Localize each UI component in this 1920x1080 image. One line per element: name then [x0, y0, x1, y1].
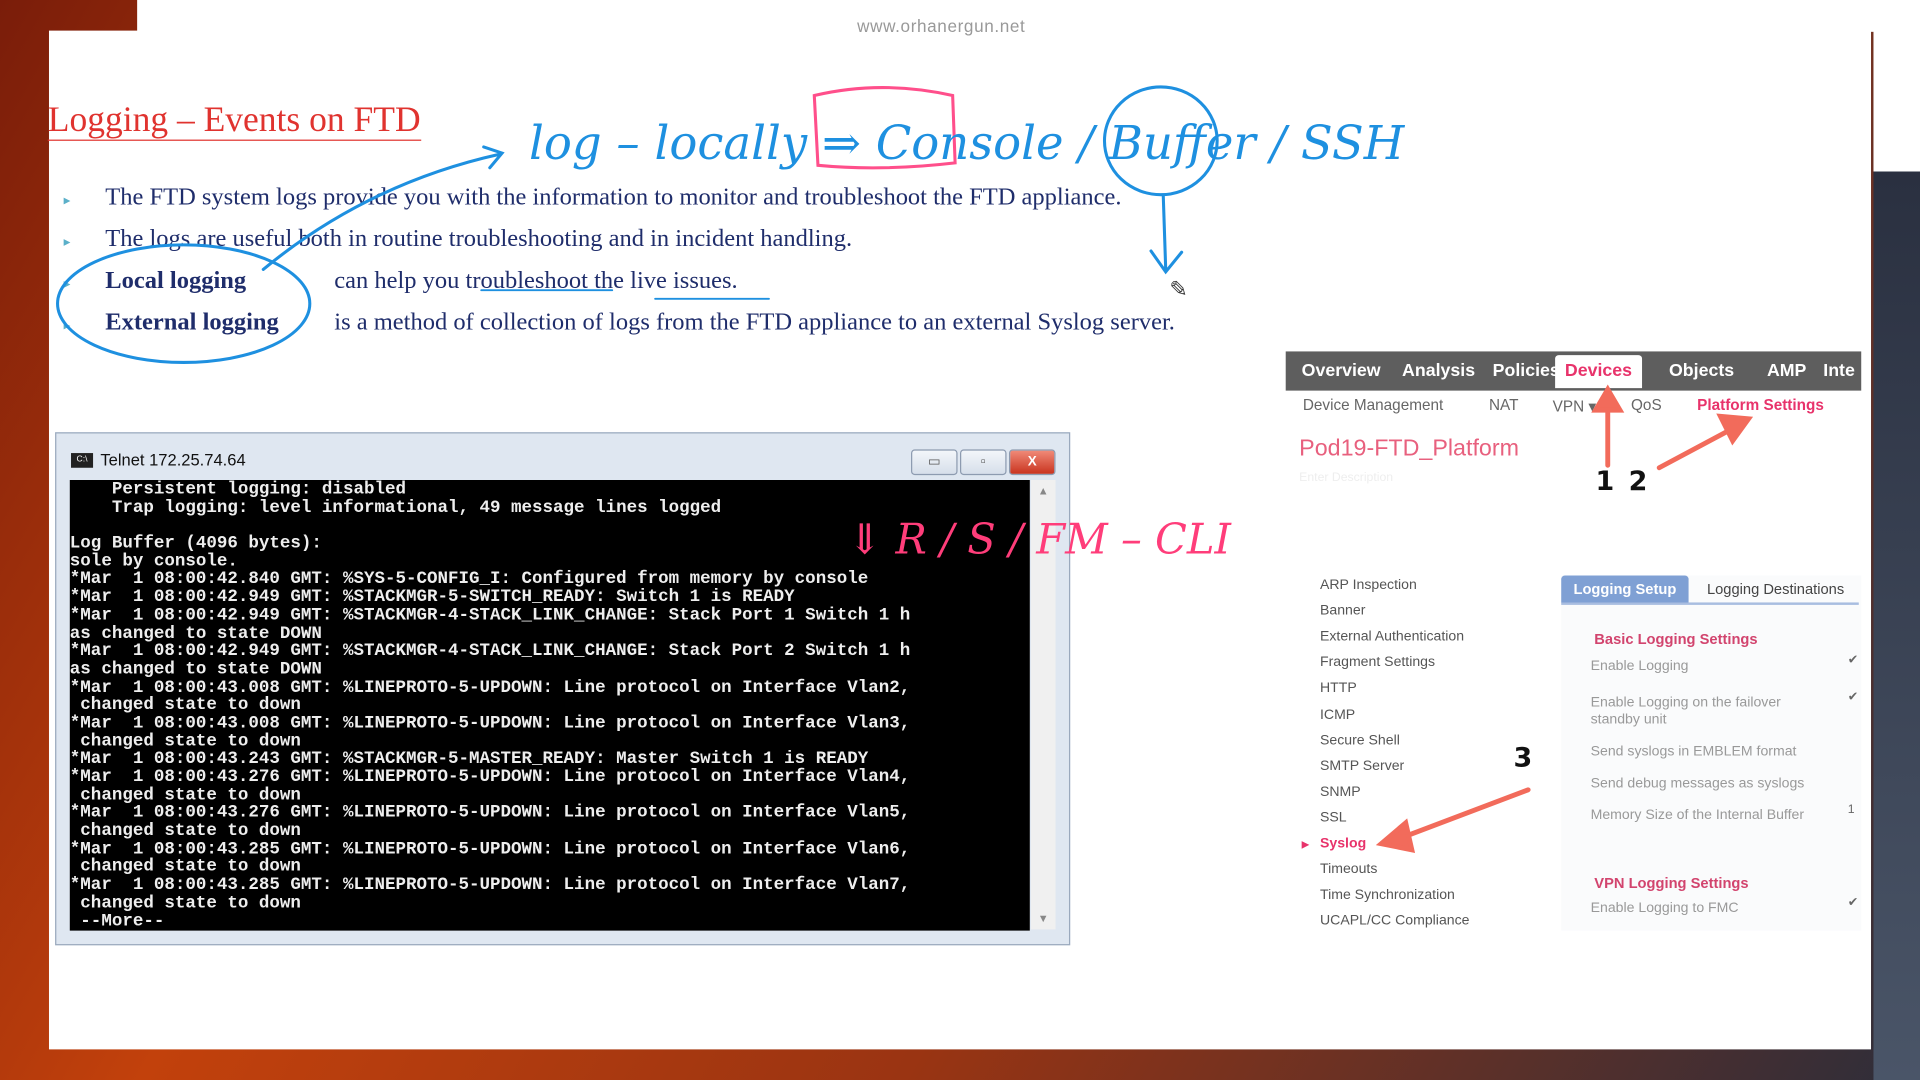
setting-label: Memory Size of the Internal Buffer	[1590, 808, 1805, 823]
sidebar-item-external-authentication[interactable]: External Authentication	[1320, 630, 1464, 645]
terminal-line: changed state to down	[69, 731, 301, 752]
subnav-item[interactable]: Platform Settings	[1697, 397, 1824, 414]
terminal-line: *Mar 1 08:00:42.949 GMT: %STACKMGR-4-STA…	[69, 641, 911, 662]
vpn-logging-heading: VPN Logging Settings	[1594, 874, 1749, 892]
setting-label: Enable Logging	[1590, 658, 1689, 674]
bullet-3-text: can help you troubleshoot the live issue…	[334, 266, 738, 294]
sidebar-item-arp-inspection[interactable]: ARP Inspection	[1320, 578, 1417, 593]
terminal-line: *Mar 1 08:00:43.285 GMT: %LINEPROTO-5-UP…	[69, 875, 911, 896]
video-frame: www.orhanergun.net Logging – Events on F…	[0, 0, 1920, 1080]
subnav-item[interactable]: Device Management	[1303, 397, 1443, 414]
setting-label: Enable Logging to FMC	[1590, 901, 1739, 916]
restore-button[interactable]: ▫	[960, 449, 1007, 476]
subnav-item[interactable]: QoS	[1631, 397, 1662, 414]
terminal-line: changed state to down	[69, 857, 301, 878]
subnav-item[interactable]: VPN ▾	[1553, 397, 1596, 415]
bullet-icon: ▸	[63, 276, 71, 292]
sidebar-item-smtp-server[interactable]: SMTP Server	[1320, 759, 1404, 774]
terminal-line: Persistent logging: disabled	[69, 480, 406, 500]
nav-objects[interactable]: Objects	[1669, 361, 1734, 381]
terminal-output[interactable]: Persistent logging: disabled Trap loggin…	[69, 480, 1030, 931]
fmc-console: Overview Analysis Policies Devices Objects AM…	[1285, 351, 1862, 940]
nav-inte[interactable]: Inte	[1823, 361, 1855, 381]
sidebar-item-fragment-settings[interactable]: Fragment Settings	[1320, 655, 1435, 670]
main-nav: Overview Analysis Policies Devices Objects AM…	[1285, 351, 1862, 391]
terminal-line: as changed to state DOWN	[69, 623, 322, 644]
pen-cursor-icon: ✎	[1169, 276, 1188, 302]
setting-value[interactable]: 1	[1848, 803, 1855, 816]
close-button[interactable]: X	[1008, 449, 1056, 476]
terminal-line: *Mar 1 08:00:43.008 GMT: %LINEPROTO-5-UP…	[69, 713, 911, 734]
telnet-window[interactable]: C:\ Telnet 172.25.74.64 ▭ ▫ X Persistent…	[55, 432, 1071, 946]
sidebar-item-time-synchronization[interactable]: Time Synchronization	[1320, 888, 1455, 903]
setting-label: Send debug messages as syslogs	[1590, 776, 1805, 792]
bullet-2: The logs are useful both in routine trou…	[105, 225, 853, 253]
bullet-3-label: Local logging	[105, 266, 247, 294]
terminal-line: *Mar 1 08:00:42.949 GMT: %STACKMGR-5-SWI…	[69, 587, 795, 608]
terminal-line: *Mar 1 08:00:42.949 GMT: %STACKMGR-4-STA…	[69, 605, 911, 626]
terminal-line: Log Buffer (4096 bytes):	[69, 533, 322, 554]
setting-value[interactable]: ✔	[1848, 654, 1858, 667]
terminal-line: *Mar 1 08:00:43.276 GMT: %LINEPROTO-5-UP…	[69, 803, 911, 824]
setting-label: Send syslogs in EMBLEM format	[1590, 744, 1797, 760]
sidebar-item-timeouts[interactable]: Timeouts	[1320, 862, 1377, 877]
tab-logging-setup[interactable]: Logging Setup	[1561, 575, 1689, 603]
slide-title: Logging – Events on FTD	[47, 100, 421, 141]
bullet-4-label: External logging	[105, 308, 279, 336]
minimize-button[interactable]: ▭	[911, 449, 958, 476]
terminal-line: sole by console.	[69, 551, 238, 572]
bullet-icon: ▸	[63, 318, 71, 334]
policy-description[interactable]: Enter Description	[1299, 471, 1393, 484]
sidebar-item-syslog[interactable]: Syslog	[1320, 836, 1366, 851]
step-3-label: 3	[1513, 743, 1533, 774]
terminal-line: *Mar 1 08:00:43.285 GMT: %LINEPROTO-5-UP…	[69, 839, 911, 860]
step-1-label: 1	[1595, 466, 1615, 498]
setting-label: Enable Logging on the failover standby u…	[1590, 695, 1781, 728]
basic-logging-heading: Basic Logging Settings	[1594, 630, 1758, 648]
terminal-line: as changed to state DOWN	[69, 659, 322, 680]
sidebar-item-ssl[interactable]: SSL	[1320, 810, 1347, 825]
terminal-line: *Mar 1 08:00:43.276 GMT: %LINEPROTO-5-UP…	[69, 767, 911, 788]
sidebar-item-banner[interactable]: Banner	[1320, 604, 1365, 619]
setting-value[interactable]: ✔	[1848, 896, 1858, 909]
terminal-line: changed state to down	[69, 821, 301, 842]
console-icon: C:\	[71, 453, 94, 468]
terminal-line: changed state to down	[69, 893, 301, 914]
terminal-line: *Mar 1 08:00:43.243 GMT: %STACKMGR-5-MAS…	[69, 749, 869, 770]
subnav-item[interactable]: NAT	[1489, 397, 1518, 414]
window-title: Telnet 172.25.74.64	[100, 450, 246, 469]
policy-name: Pod19-FTD_Platform	[1299, 435, 1519, 462]
logging-panel: Logging Setup Logging Destinations Basic…	[1561, 575, 1862, 931]
bullet-1: The FTD system logs provide you with the…	[105, 183, 1122, 211]
nav-policies[interactable]: Policies	[1493, 361, 1560, 381]
sidebar-item-ucapl-cc-compliance[interactable]: UCAPL/CC Compliance	[1320, 914, 1469, 929]
nav-analysis[interactable]: Analysis	[1402, 361, 1475, 381]
nav-overview[interactable]: Overview	[1302, 361, 1381, 381]
sidebar-item-http[interactable]: HTTP	[1320, 681, 1357, 696]
selected-marker-icon: ▶	[1301, 838, 1310, 850]
title-bar[interactable]: C:\ Telnet 172.25.74.64 ▭ ▫ X	[56, 433, 1069, 480]
sidebar-item-secure-shell[interactable]: Secure Shell	[1320, 733, 1400, 748]
step-2-label: 2	[1628, 466, 1648, 498]
terminal-line: Trap logging: level informational, 49 me…	[69, 497, 722, 518]
website-watermark: www.orhanergun.net	[857, 15, 1026, 36]
sidebar-item-icmp[interactable]: ICMP	[1320, 707, 1355, 722]
bullet-icon: ▸	[63, 193, 71, 209]
terminal-line: *Mar 1 08:00:42.840 GMT: %SYS-5-CONFIG_I…	[69, 569, 869, 590]
nav-devices[interactable]: Devices	[1555, 355, 1642, 389]
nav-amp[interactable]: AMP	[1767, 361, 1806, 381]
tab-logging-destinations[interactable]: Logging Destinations	[1695, 576, 1857, 603]
setting-value[interactable]: ✔	[1848, 691, 1858, 704]
scrollbar[interactable]: ▲ ▼	[1031, 480, 1056, 930]
bullet-icon: ▸	[63, 235, 71, 250]
desktop-edge	[1873, 0, 1920, 1080]
terminal-line: changed state to down	[69, 785, 301, 806]
terminal-line: changed state to down	[69, 695, 301, 716]
bullet-4-text: is a method of collection of logs from t…	[334, 308, 1175, 336]
sidebar-item-snmp[interactable]: SNMP	[1320, 785, 1361, 800]
terminal-line: *Mar 1 08:00:43.008 GMT: %LINEPROTO-5-UP…	[69, 677, 911, 698]
terminal-line: --More--	[69, 911, 165, 931]
